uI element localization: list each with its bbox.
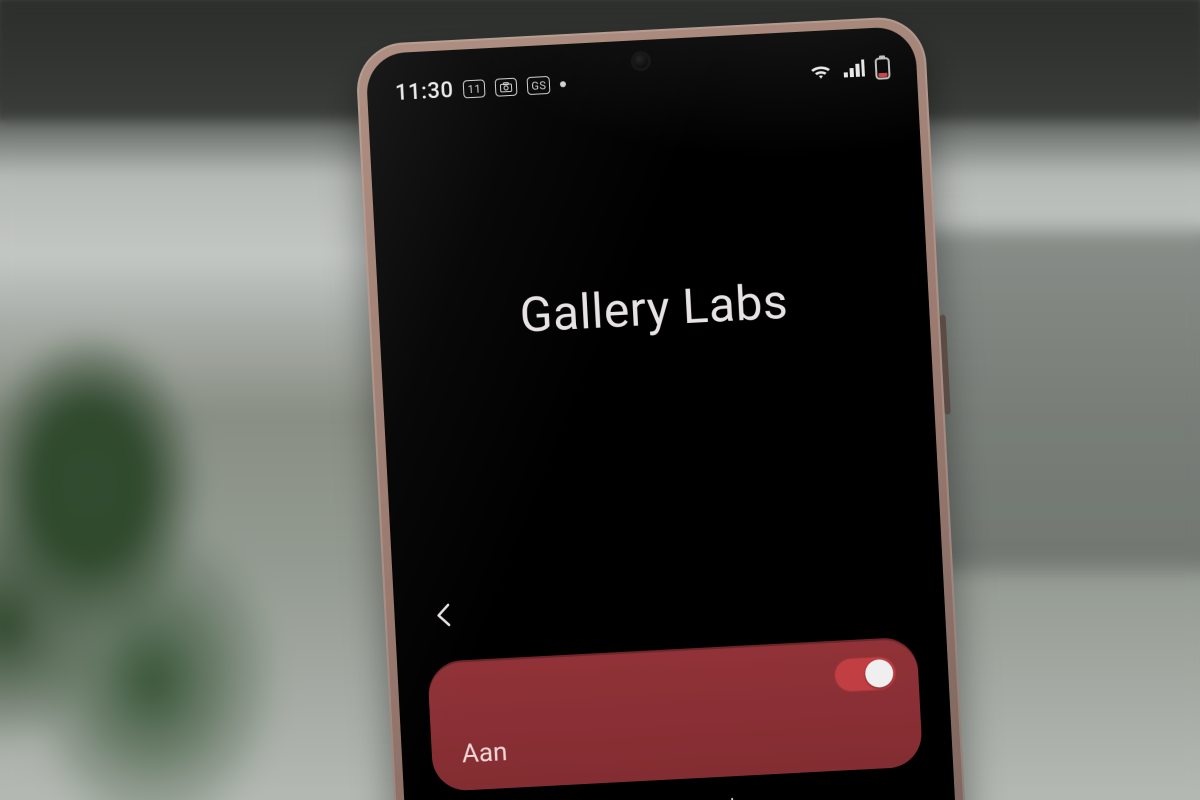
photo-scene: 11:30 11 GS bbox=[0, 0, 1200, 800]
phone-screen: 11:30 11 GS bbox=[365, 26, 971, 800]
page-title: Gallery Labs bbox=[378, 265, 930, 351]
status-notif-1: 11 bbox=[463, 79, 486, 98]
toggle-text: Aan bbox=[457, 658, 509, 790]
status-notif-2 bbox=[495, 78, 518, 97]
status-right bbox=[808, 55, 891, 83]
toggle-label: Aan bbox=[461, 737, 508, 769]
status-more-dot bbox=[560, 81, 566, 87]
status-left: 11:30 11 GS bbox=[395, 72, 567, 106]
signal-icon bbox=[842, 59, 865, 78]
status-notif-3: GS bbox=[527, 76, 551, 95]
description-text: official, but only bbox=[599, 794, 746, 800]
master-toggle-switch[interactable] bbox=[833, 656, 897, 693]
status-clock: 11:30 bbox=[395, 77, 455, 105]
switch-knob bbox=[865, 659, 894, 688]
phone: 11:30 11 GS bbox=[355, 15, 982, 800]
chevron-left-icon bbox=[430, 600, 459, 629]
master-toggle-card[interactable]: Aan bbox=[427, 636, 923, 791]
battery-low-icon bbox=[874, 55, 891, 80]
wifi-icon bbox=[808, 61, 833, 80]
camera-glyph-icon bbox=[500, 82, 513, 93]
back-button[interactable] bbox=[419, 590, 469, 640]
